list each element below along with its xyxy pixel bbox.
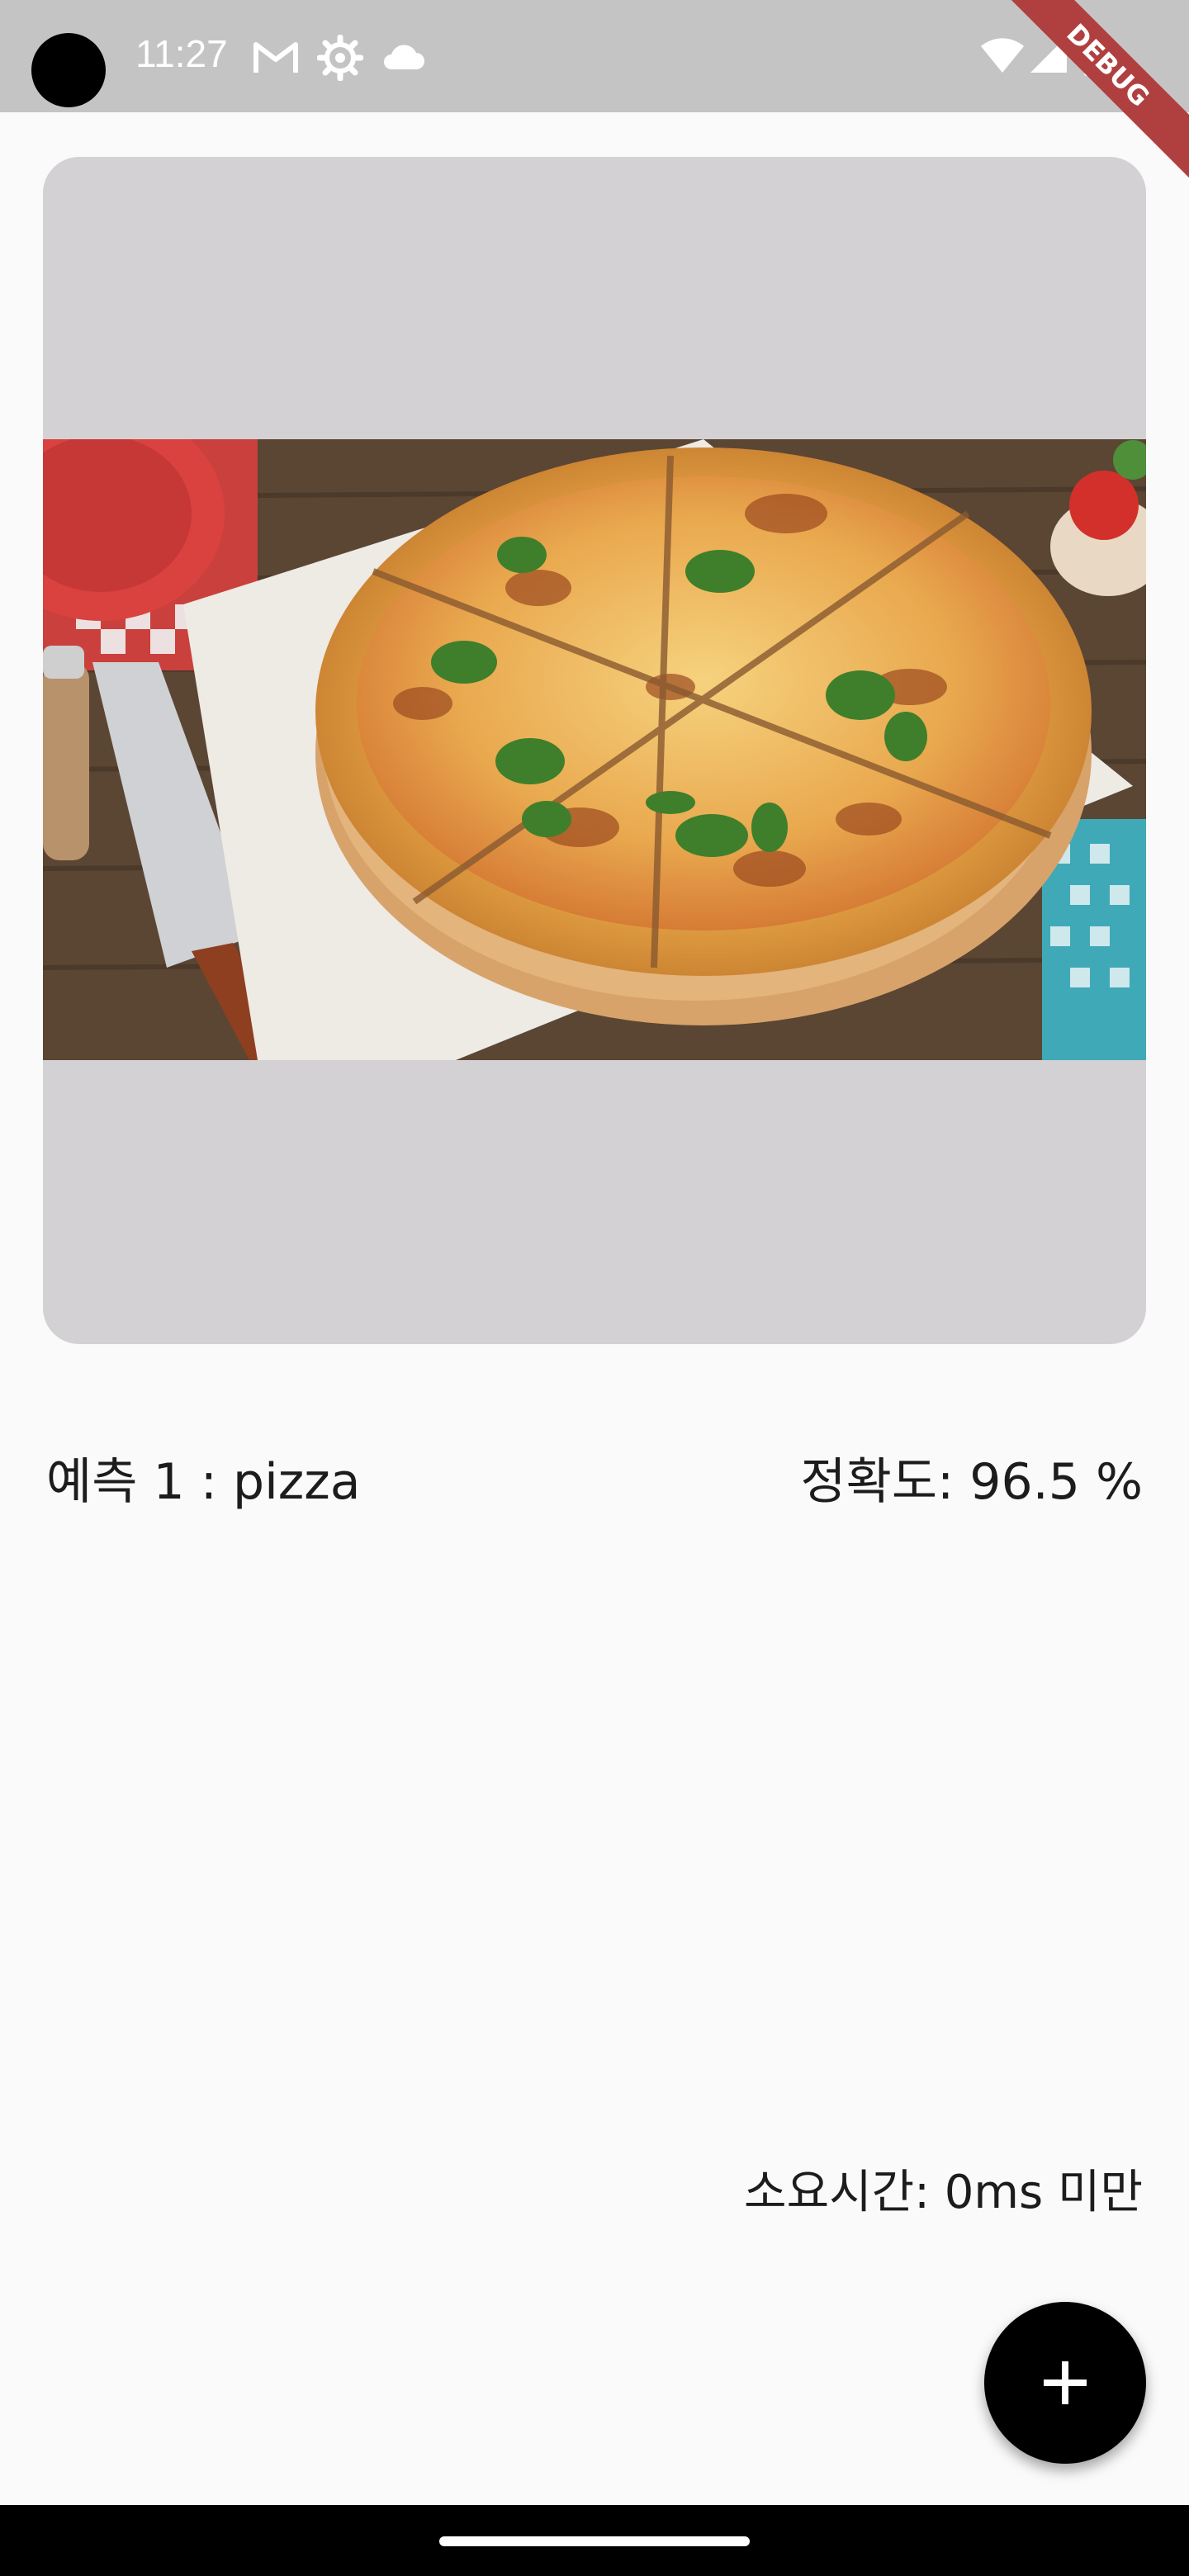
- prediction-label: 예측 1 : pizza: [46, 1453, 361, 1511]
- elapsed-time-label: 소요시간: 0ms 미만: [744, 2166, 1143, 2219]
- pizza-photo: [43, 439, 1146, 1060]
- wifi-icon: [981, 38, 1024, 73]
- gmail-icon: [253, 42, 298, 73]
- camera-cutout: [31, 33, 106, 107]
- home-handle[interactable]: [439, 2536, 750, 2546]
- image-card: [43, 157, 1146, 1344]
- add-icon: [1044, 2361, 1087, 2404]
- add-image-button[interactable]: [984, 2302, 1146, 2464]
- status-time: 11:27: [135, 32, 228, 75]
- accuracy-label: 정확도: 96.5 %: [800, 1453, 1143, 1511]
- cloud-icon: [384, 45, 424, 69]
- status-bar: 11:27 DEBUG: [0, 0, 1189, 192]
- settings-icon: [317, 35, 363, 81]
- navigation-bar: [0, 2505, 1189, 2576]
